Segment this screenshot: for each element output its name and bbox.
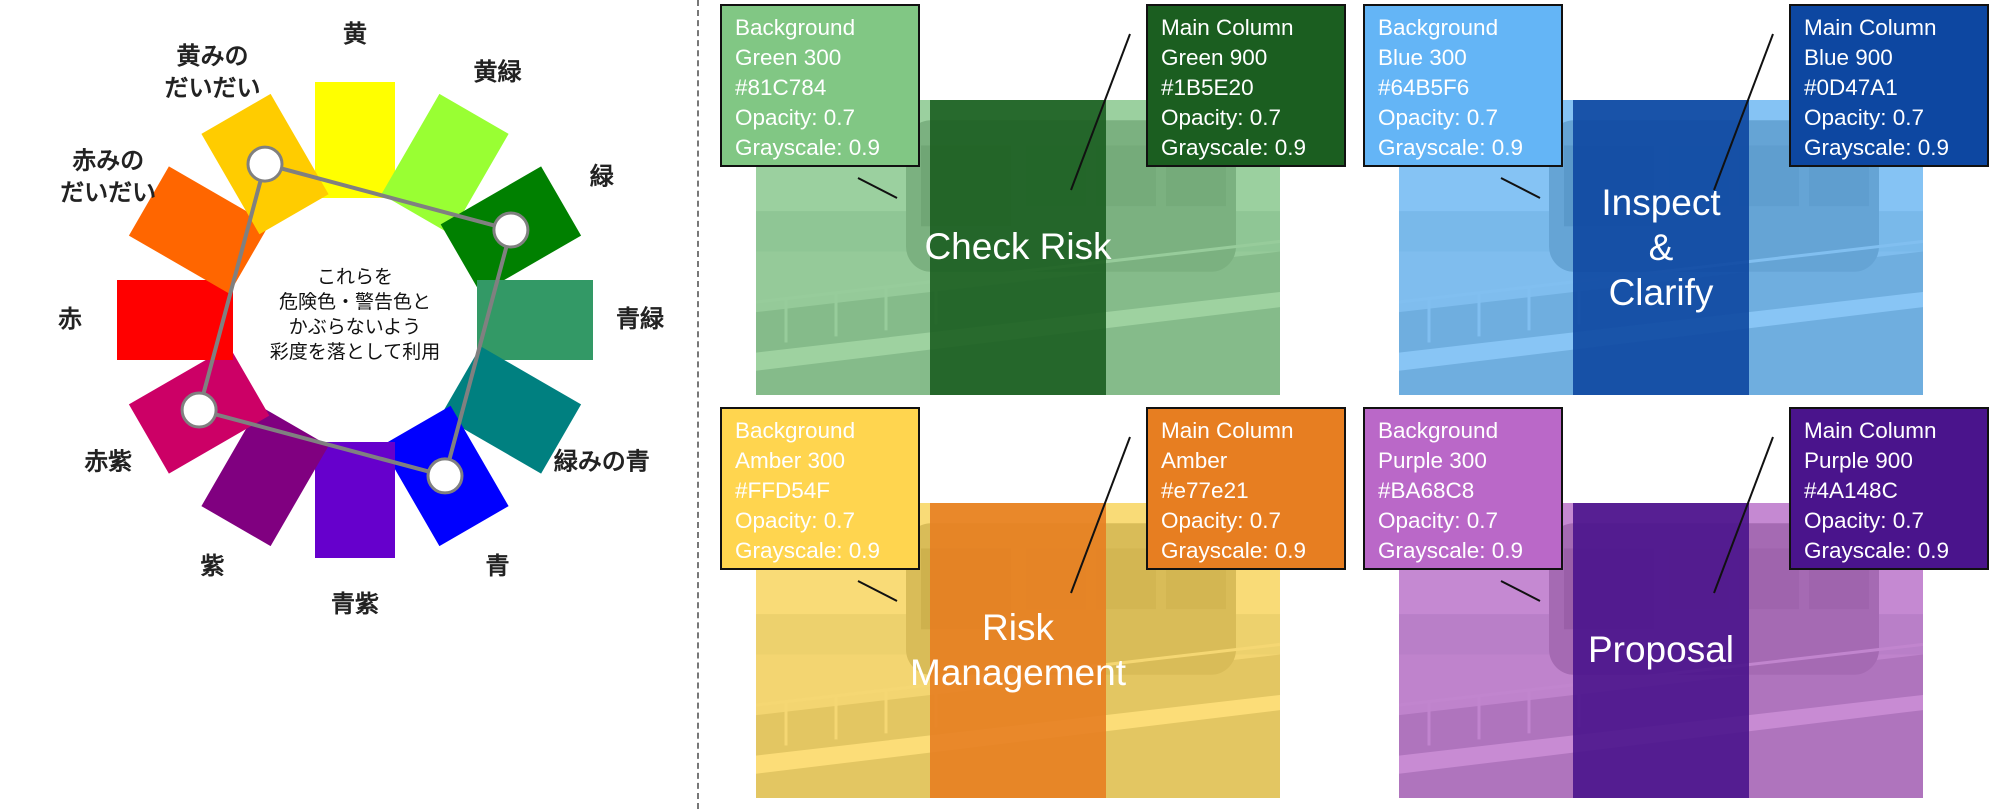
color-spec-line: #BA68C8 xyxy=(1378,478,1475,503)
background-color-label: Background Amber 300 #FFD54F Opacity: 0.7 Gr… xyxy=(720,407,920,570)
color-spec-line: Background xyxy=(735,418,856,443)
wheel-segment-label: 青 xyxy=(486,552,510,580)
main-column-color-label: Main Column Green 900 #1B5E20 Opacity: 0.7 G… xyxy=(1146,4,1346,167)
selected-hue-marker xyxy=(246,145,284,183)
color-spec-line: Grayscale: 0.9 xyxy=(1804,538,1950,563)
color-spec-line: Main Column xyxy=(1161,418,1294,443)
color-spec-line: Opacity: 0.7 xyxy=(1378,105,1499,130)
wheel-segment-label: 赤 xyxy=(58,305,82,333)
main-column-color-label: Main Column Purple 900 #4A148C Opacity: 0.7… xyxy=(1789,407,1989,570)
background-color-label: Background Purple 300 #BA68C8 Opacity: 0.7 G… xyxy=(1363,407,1563,570)
color-wheel: 黄黄緑緑青緑緑みの青青青紫 紫 赤紫 赤 赤みのだいだい黄みのだいだいこれらを危険色・警… xyxy=(58,20,665,618)
color-spec-line: Grayscale: 0.9 xyxy=(1804,135,1950,160)
color-spec-line: #81C784 xyxy=(735,75,827,100)
color-spec-line: Blue 300 xyxy=(1378,45,1467,70)
color-spec-line: #1B5E20 xyxy=(1161,75,1254,100)
color-spec-line: Green 300 xyxy=(735,45,842,70)
color-spec-line: Background xyxy=(1378,15,1499,40)
color-spec-line: Opacity: 0.7 xyxy=(1804,105,1925,130)
wheel-segment-label: 赤紫 xyxy=(84,448,132,476)
color-spec-line: Purple 900 xyxy=(1804,448,1913,473)
color-spec-line: Green 900 xyxy=(1161,45,1268,70)
selected-hue-marker xyxy=(180,391,218,429)
wheel-center-note: これらを危険色・警告色とかぶらないよう彩度を落として利用 xyxy=(270,266,440,363)
wheel-segment-label: 黄 xyxy=(343,20,367,48)
color-spec-line: Grayscale: 0.9 xyxy=(1161,538,1307,563)
color-spec-line: Main Column xyxy=(1804,15,1937,40)
color-spec-line: Amber 300 xyxy=(735,448,846,473)
wheel-segment-label: 黄みのだいだい xyxy=(165,42,261,102)
selected-hue-marker xyxy=(426,457,464,495)
color-spec-line: Grayscale: 0.9 xyxy=(1378,538,1524,563)
wheel-segment-label: 青緑 xyxy=(616,305,665,333)
color-spec-line: Grayscale: 0.9 xyxy=(1378,135,1524,160)
wheel-segment-label: 緑 xyxy=(590,163,615,191)
color-spec-line: Opacity: 0.7 xyxy=(735,508,856,533)
color-spec-line: Blue 900 xyxy=(1804,45,1893,70)
color-spec-line: Background xyxy=(1378,418,1499,443)
color-spec-line: Opacity: 0.7 xyxy=(1161,105,1282,130)
wheel-segment-label: 赤みのだいだい xyxy=(60,147,156,207)
color-spec-line: Opacity: 0.7 xyxy=(735,105,856,130)
color-spec-line: Grayscale: 0.9 xyxy=(735,135,881,160)
scheme-panel: Check Risk Background Green 300 #81C784 Opac… xyxy=(718,0,1368,405)
color-spec-line: Opacity: 0.7 xyxy=(1804,508,1925,533)
wheel-segment-label: 青紫 xyxy=(331,590,379,618)
dashed-divider xyxy=(697,0,699,809)
color-spec-line: Opacity: 0.7 xyxy=(1378,508,1499,533)
color-spec-line: Main Column xyxy=(1804,418,1937,443)
color-spec-line: Background xyxy=(735,15,856,40)
color-spec-line: Amber xyxy=(1161,448,1228,473)
color-spec-line: Main Column xyxy=(1161,15,1294,40)
background-color-label: Background Blue 300 #64B5F6 Opacity: 0.7 Gra… xyxy=(1363,4,1563,167)
color-spec-line: Grayscale: 0.9 xyxy=(1161,135,1307,160)
color-spec-line: #64B5F6 xyxy=(1378,75,1470,100)
color-spec-line: Purple 300 xyxy=(1378,448,1487,473)
scheme-panel: Risk Management Background Amber 300 #FFD54F… xyxy=(718,403,1368,808)
color-spec-line: Grayscale: 0.9 xyxy=(735,538,881,563)
scheme-panel: Proposal Background Purple 300 #BA68C8 Opaci… xyxy=(1361,403,1992,808)
wheel-segment-label: 紫 xyxy=(201,552,225,580)
background-color-label: Background Green 300 #81C784 Opacity: 0.7 Gr… xyxy=(720,4,920,167)
wheel-segment-label: 緑みの青 xyxy=(554,448,650,476)
color-spec-line: #4A148C xyxy=(1804,478,1898,503)
color-spec-line: #FFD54F xyxy=(735,478,831,503)
color-spec-line: Opacity: 0.7 xyxy=(1161,508,1282,533)
main-column-color-label: Main Column Blue 900 #0D47A1 Opacity: 0.7 Gr… xyxy=(1789,4,1989,167)
color-spec-line: #0D47A1 xyxy=(1804,75,1898,100)
wheel-segment-label: 黄緑 xyxy=(474,58,523,86)
scheme-panel: Inspect & Clarify Background Blue 300 #64B5F6… xyxy=(1361,0,1992,405)
selected-hue-marker xyxy=(492,211,530,249)
main-column-color-label: Main Column Amber #e77e21 Opacity: 0.7 Grays… xyxy=(1146,407,1346,570)
color-spec-line: #e77e21 xyxy=(1161,478,1249,503)
